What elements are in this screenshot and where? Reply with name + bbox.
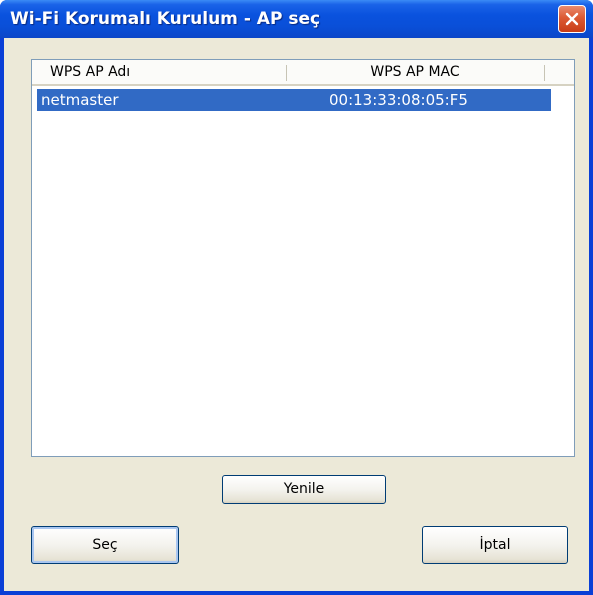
close-button[interactable] <box>558 5 586 33</box>
list-item[interactable]: netmaster 00:13:33:08:05:F5 <box>37 89 551 111</box>
title-bar[interactable]: Wi-Fi Korumalı Kurulum - AP seç <box>0 0 593 38</box>
dialog-window: Wi-Fi Korumalı Kurulum - AP seç WPS AP A… <box>0 0 593 595</box>
refresh-button[interactable]: Yenile <box>222 475 386 504</box>
ap-mac-cell: 00:13:33:08:05:F5 <box>329 91 468 109</box>
list-header: WPS AP Adı WPS AP MAC <box>32 60 574 86</box>
ap-list[interactable]: WPS AP Adı WPS AP MAC netmaster 00:13:33… <box>31 59 575 457</box>
column-header-ap-name[interactable]: WPS AP Adı <box>32 60 286 84</box>
column-header-ap-mac[interactable]: WPS AP MAC <box>286 60 544 84</box>
cancel-button[interactable]: İptal <box>422 526 568 564</box>
window-title: Wi-Fi Korumalı Kurulum - AP seç <box>10 9 321 29</box>
ap-name-cell: netmaster <box>41 91 119 109</box>
column-separator[interactable] <box>544 65 545 81</box>
close-icon <box>565 12 579 26</box>
dialog-body: WPS AP Adı WPS AP MAC netmaster 00:13:33… <box>4 38 589 591</box>
select-button[interactable]: Seç <box>31 526 179 564</box>
